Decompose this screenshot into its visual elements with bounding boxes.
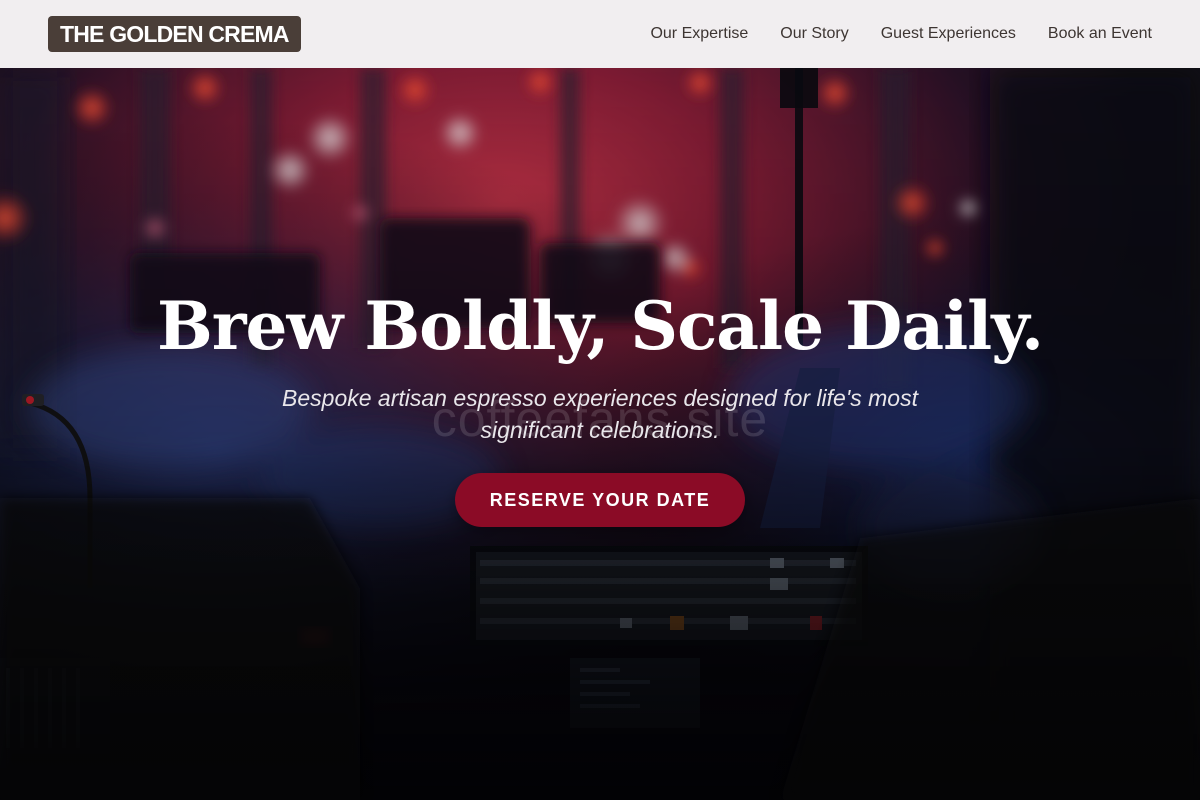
nav-menu: Our Expertise Our Story Guest Experience…	[650, 0, 1152, 68]
nav-link-book-an-event[interactable]: Book an Event	[1048, 25, 1152, 43]
nav-link-our-expertise[interactable]: Our Expertise	[650, 25, 748, 43]
hero-headline: Brew Boldly, Scale Daily.	[157, 287, 1044, 365]
hero-section: coffeefans.site Brew Boldly, Scale Daily…	[0, 68, 1200, 800]
brand-logo[interactable]: THE GOLDEN CREMA	[48, 16, 301, 52]
top-navbar: THE GOLDEN CREMA Our Expertise Our Story…	[0, 0, 1200, 68]
nav-link-our-story[interactable]: Our Story	[780, 25, 848, 43]
reserve-your-date-button[interactable]: RESERVE YOUR DATE	[455, 473, 745, 527]
nav-link-guest-experiences[interactable]: Guest Experiences	[881, 25, 1016, 43]
hero-subtitle: Bespoke artisan espresso experiences des…	[282, 385, 918, 443]
